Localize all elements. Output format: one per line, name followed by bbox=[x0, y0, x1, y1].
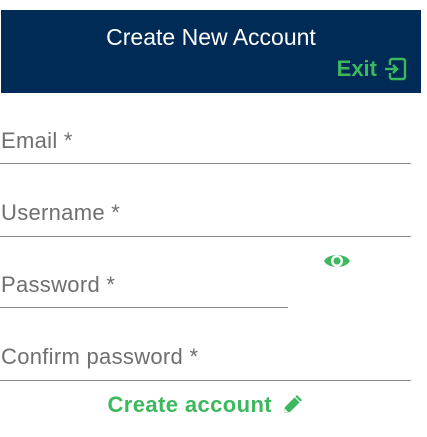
eye-icon[interactable] bbox=[323, 250, 351, 272]
password-underline bbox=[0, 307, 288, 308]
username-field[interactable]: Username * bbox=[1, 199, 120, 227]
page-title: Create New Account bbox=[106, 24, 316, 50]
exit-label: Exit bbox=[336, 56, 377, 81]
exit-icon bbox=[385, 57, 407, 81]
confirm-password-field[interactable]: Confirm password * bbox=[1, 343, 198, 371]
email-label: Email * bbox=[1, 128, 73, 153]
confirm-password-underline bbox=[0, 380, 411, 381]
email-underline bbox=[0, 163, 411, 164]
create-account-label: Create account bbox=[107, 392, 273, 417]
header-bar: Create New Account Exit bbox=[1, 10, 421, 93]
pencil-icon bbox=[283, 395, 302, 413]
email-field[interactable]: Email * bbox=[1, 127, 73, 155]
password-label: Password * bbox=[1, 272, 116, 297]
confirm-password-label: Confirm password * bbox=[1, 344, 199, 369]
username-label: Username * bbox=[1, 200, 121, 225]
create-account-button[interactable]: Create account bbox=[0, 391, 411, 419]
password-field[interactable]: Password * bbox=[1, 271, 115, 299]
create-account-page: Create New Account Exit Email * Username… bbox=[0, 0, 427, 437]
username-underline bbox=[0, 236, 411, 237]
exit-button[interactable]: Exit bbox=[337, 55, 407, 83]
